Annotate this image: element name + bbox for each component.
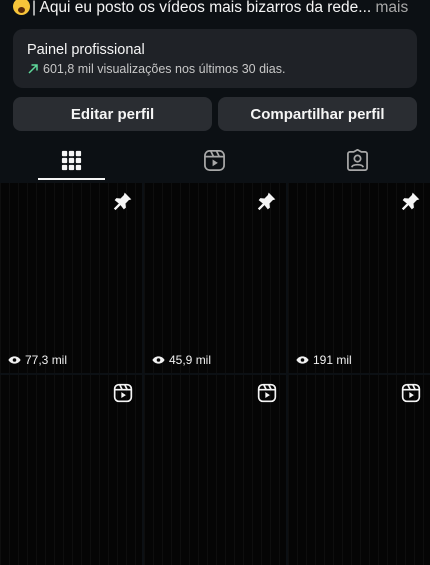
reel-icon [113, 383, 133, 403]
post-thumbnail[interactable] [144, 375, 286, 565]
views-label: 191 mil [313, 353, 352, 367]
pin-icon [257, 192, 276, 211]
tab-tagged[interactable] [286, 139, 429, 182]
post-thumbnail[interactable] [0, 375, 142, 565]
eye-icon [8, 356, 21, 364]
bio-more-link[interactable]: mais [371, 0, 408, 16]
screaming-face-emoji-icon [13, 0, 30, 15]
views-count: 45,9 mil [152, 353, 211, 367]
views-count: 77,3 mil [8, 353, 67, 367]
tagged-person-icon [347, 149, 368, 171]
professional-dashboard[interactable]: Painel profissional 601,8 mil visualizaç… [13, 29, 417, 88]
tab-reels[interactable] [143, 139, 286, 182]
eye-icon [152, 356, 165, 364]
pin-icon [401, 192, 420, 211]
tab-posts-grid[interactable] [0, 139, 143, 182]
dashboard-title: Painel profissional [27, 42, 145, 58]
bio-text: | Aqui eu posto os vídeos mais bizarros … [32, 0, 372, 16]
views-label: 77,3 mil [25, 353, 68, 367]
views-label: 45,9 mil [169, 353, 212, 367]
post-thumbnail[interactable] [288, 375, 430, 565]
profile-tabs [0, 139, 430, 182]
edit-profile-button[interactable]: Editar perfil [13, 97, 212, 131]
post-thumbnail[interactable]: 77,3 mil [0, 183, 142, 373]
reels-icon [204, 150, 225, 171]
share-profile-button[interactable]: Compartilhar perfil [218, 97, 417, 131]
reel-icon [257, 383, 277, 403]
profile-bio: | Aqui eu posto os vídeos mais bizarros … [13, 0, 423, 18]
post-thumbnail[interactable]: 191 mil [288, 183, 430, 373]
eye-icon [296, 356, 309, 364]
pin-icon [113, 192, 132, 211]
grid-icon [61, 150, 82, 171]
reel-icon [401, 383, 421, 403]
trend-up-icon [28, 64, 38, 74]
views-count: 191 mil [296, 353, 352, 367]
dashboard-views-text: 601,8 mil visualizações nos últimos 30 d… [43, 62, 286, 76]
post-thumbnail[interactable]: 45,9 mil [144, 183, 286, 373]
dashboard-stats: 601,8 mil visualizações nos últimos 30 d… [27, 62, 403, 76]
active-tab-indicator [38, 178, 105, 180]
